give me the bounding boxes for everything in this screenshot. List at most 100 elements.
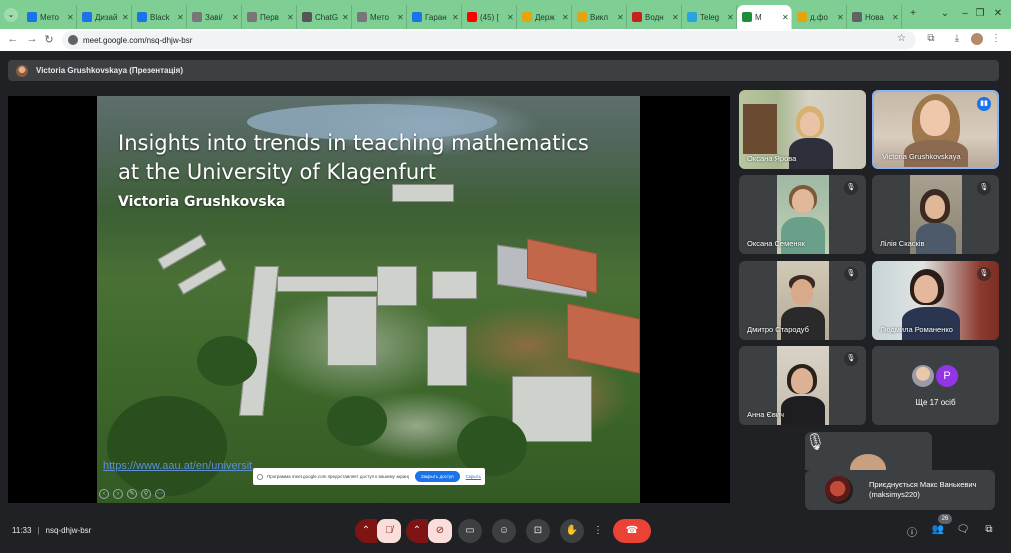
mic-off-button[interactable]: 🎙̸: [377, 519, 401, 543]
site-info-icon[interactable]: [68, 35, 78, 45]
raise-hand-button[interactable]: ✋: [560, 519, 584, 543]
tab-10[interactable]: Викл ✕: [572, 5, 627, 29]
mic-off-icon: 🎙̸: [385, 525, 393, 536]
participant-tile[interactable]: 🎙 Дмитро Стародуб: [739, 261, 866, 340]
camera-off-icon: ⊘: [435, 525, 445, 536]
reactions-button[interactable]: ☺: [492, 519, 516, 543]
back-icon[interactable]: ←: [6, 33, 20, 45]
captions-button[interactable]: ▭: [458, 519, 482, 543]
tab-7[interactable]: Гаран ✕: [407, 5, 462, 29]
extensions-icon[interactable]: ⧉: [924, 33, 938, 44]
maximize-icon[interactable]: ❐: [973, 8, 987, 19]
download-icon[interactable]: ⤓: [950, 33, 964, 44]
participant-tile[interactable]: 🎙 Людмила Романенко: [872, 261, 999, 340]
participant-name: Лілія Скасків: [880, 239, 925, 248]
participant-tile-speaking[interactable]: ▮▮ Victoria Grushkovskaya: [872, 90, 999, 169]
tab-6[interactable]: Мето ✕: [352, 5, 407, 29]
tab-favicon-icon: [687, 12, 697, 22]
tab-14[interactable]: д.фо ✕: [792, 5, 847, 29]
present-button[interactable]: ⊡: [526, 519, 550, 543]
participant-face: [791, 368, 813, 394]
tab-close-icon[interactable]: ✕: [232, 13, 239, 22]
participant-tile[interactable]: Оксана Ярова: [739, 90, 866, 169]
profile-avatar[interactable]: [971, 33, 983, 45]
video-options-button[interactable]: ⌃: [406, 519, 428, 543]
tab-close-icon[interactable]: ✕: [67, 13, 74, 22]
participant-body: [781, 217, 825, 254]
tab-search-icon[interactable]: ⌄: [4, 8, 18, 22]
tab-5[interactable]: ChatG ✕: [297, 5, 352, 29]
info-icon: [257, 473, 263, 480]
pen-icon[interactable]: ✎: [127, 489, 137, 499]
tab-close-icon[interactable]: ✕: [727, 13, 734, 22]
tab-favicon-icon: [852, 12, 862, 22]
hide-notice-link[interactable]: Скрыть: [466, 474, 481, 479]
meeting-details-icon[interactable]: ⓘ: [905, 524, 919, 539]
chevron-down-icon[interactable]: ⌄: [938, 8, 952, 19]
people-icon[interactable]: 👥: [931, 524, 945, 535]
menu-icon[interactable]: ⋮: [989, 33, 1003, 44]
tab-close-icon[interactable]: ✕: [562, 13, 569, 22]
stop-sharing-button[interactable]: Закрыть доступ: [414, 471, 460, 482]
tab-close-icon[interactable]: ✕: [892, 13, 899, 22]
tab-title: Держ: [535, 12, 555, 22]
tab-close-icon[interactable]: ✕: [782, 13, 789, 22]
tab-favicon-icon: [577, 12, 587, 22]
tab-11[interactable]: Водн ✕: [627, 5, 682, 29]
tab-close-icon[interactable]: ✕: [177, 13, 184, 22]
tab-8[interactable]: (45) [✕: [462, 5, 517, 29]
participant-tile[interactable]: 🎙 Оксана Семеняк: [739, 175, 866, 254]
slide-controls: ‹ › ✎ ⚲ ⋯: [99, 489, 165, 499]
tab-title: Black: [150, 12, 170, 22]
tab-close-icon[interactable]: ✕: [672, 13, 679, 22]
next-slide-icon[interactable]: ›: [113, 489, 123, 499]
camera-off-button[interactable]: ⊘: [428, 519, 452, 543]
chat-icon[interactable]: 🗨: [956, 524, 970, 535]
participant-tile[interactable]: 🎙 Анна Євич: [739, 346, 866, 425]
leave-call-button[interactable]: ☎: [613, 519, 651, 543]
participant-tile[interactable]: 🎙 Лілія Скасків: [872, 175, 999, 254]
tab-title: Викл: [590, 12, 609, 22]
tab-3[interactable]: Заві/ ✕: [187, 5, 242, 29]
tab-close-icon[interactable]: ✕: [122, 13, 129, 22]
forward-icon[interactable]: →: [25, 33, 39, 45]
screen-share-notice: Программа meet.google.com предоставляет …: [253, 468, 485, 485]
tab-13[interactable]: M ✕: [737, 5, 792, 29]
previous-slide-icon[interactable]: ‹: [99, 489, 109, 499]
reload-icon[interactable]: ↻: [42, 33, 56, 46]
slide-link[interactable]: https://www.aau.at/en/universit: [103, 460, 252, 472]
tab-9[interactable]: Держ ✕: [517, 5, 572, 29]
tab-4[interactable]: Перв ✕: [242, 5, 297, 29]
new-tab-button[interactable]: +: [906, 8, 920, 19]
tab-close-icon[interactable]: ✕: [837, 13, 844, 22]
avatar: P: [936, 365, 958, 387]
more-icon[interactable]: ⋯: [155, 489, 165, 499]
tab-favicon-icon: [302, 12, 312, 22]
tab-close-icon[interactable]: ✕: [342, 13, 349, 22]
tab-close-icon[interactable]: ✕: [507, 13, 514, 22]
bookmark-star-icon[interactable]: ☆: [897, 33, 906, 44]
minimize-icon[interactable]: –: [958, 8, 972, 19]
address-bar[interactable]: meet.google.com/nsq-dhjw-bsr ☆: [62, 31, 916, 49]
more-options-button[interactable]: ⋮: [590, 519, 606, 543]
zoom-icon[interactable]: ⚲: [141, 489, 151, 499]
tab-12[interactable]: Teleg ✕: [682, 5, 737, 29]
phone-hangup-icon: ☎: [625, 525, 639, 536]
hand-icon: ✋: [565, 525, 579, 536]
tab-close-icon[interactable]: ✕: [397, 13, 404, 22]
others-tile[interactable]: P Ще 17 осіб: [872, 346, 999, 425]
participant-name: Оксана Семеняк: [747, 239, 805, 248]
close-window-icon[interactable]: ✕: [991, 8, 1005, 19]
tab-close-icon[interactable]: ✕: [452, 13, 459, 22]
tab-0[interactable]: Мето ✕: [22, 5, 77, 29]
tab-1[interactable]: Дизай ✕: [77, 5, 132, 29]
self-view-tile[interactable]: 🎙: [805, 432, 932, 470]
audio-options-button[interactable]: ⌃: [355, 519, 377, 543]
tab-2[interactable]: Black ✕: [132, 5, 187, 29]
tab-favicon-icon: [137, 12, 147, 22]
tab-15[interactable]: Нова ✕: [847, 5, 902, 29]
participant-face: [925, 195, 945, 219]
tab-close-icon[interactable]: ✕: [287, 13, 294, 22]
tab-close-icon[interactable]: ✕: [617, 13, 624, 22]
activities-icon[interactable]: ⧉: [982, 524, 996, 535]
